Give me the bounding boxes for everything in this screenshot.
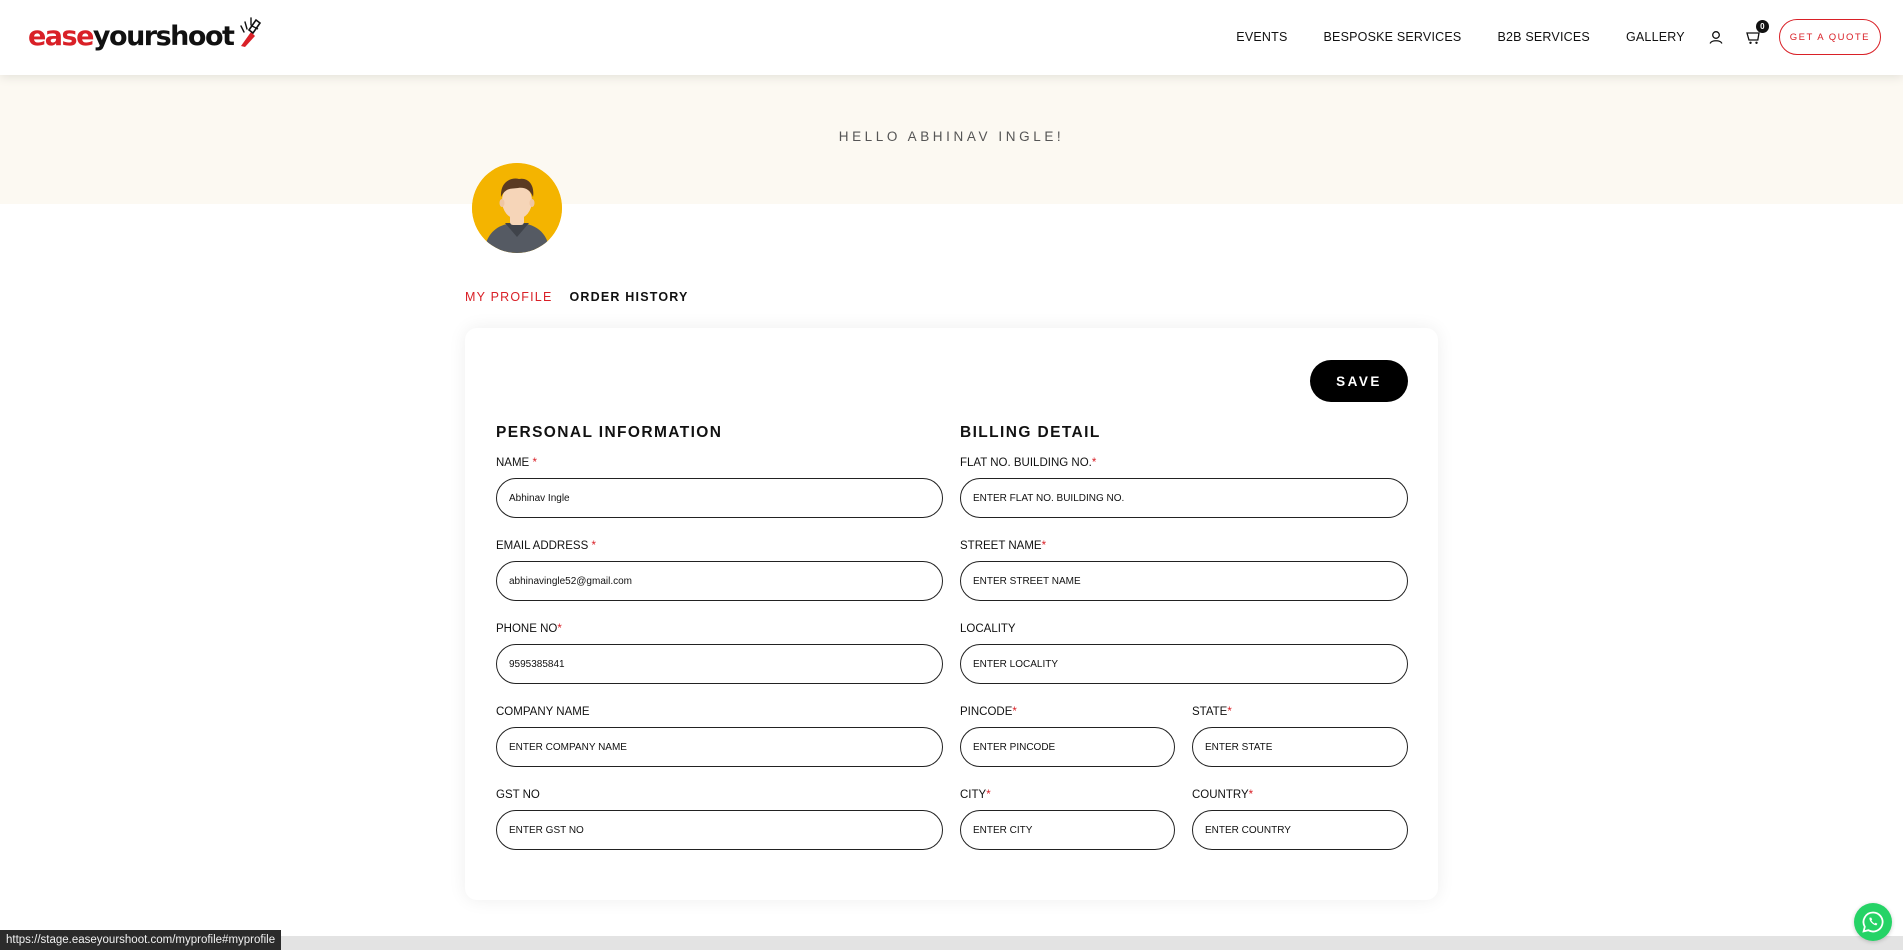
company-name-field[interactable]: [496, 727, 943, 767]
country-label: COUNTRY: [1192, 789, 1249, 801]
email-label: EMAIL ADDRESS: [496, 540, 589, 552]
state-field[interactable]: [1192, 727, 1408, 767]
flat-building-field[interactable]: [960, 478, 1408, 518]
email-field-group: EMAIL ADDRESS *: [496, 540, 943, 601]
required-asterisk: *: [986, 789, 991, 801]
pincode-field[interactable]: [960, 727, 1175, 767]
name-label: NAME: [496, 457, 530, 469]
nav-bespoke-services[interactable]: BESPOSKE SERVICES: [1324, 30, 1462, 44]
browser-status-bar: https://stage.easeyourshoot.com/myprofil…: [0, 930, 282, 950]
phone-label: PHONE NO: [496, 623, 558, 635]
nav-gallery[interactable]: GALLERY: [1626, 30, 1685, 44]
gst-label: GST NO: [496, 789, 540, 801]
required-asterisk: *: [1091, 457, 1097, 469]
locality-label: LOCALITY: [960, 623, 1016, 635]
save-button[interactable]: SAVE: [1310, 360, 1408, 402]
gst-field-group: GST NO: [496, 789, 943, 850]
email-field[interactable]: [496, 561, 943, 601]
required-asterisk: *: [1041, 540, 1047, 552]
street-field-group: STREET NAME*: [960, 540, 1408, 601]
pincode-label: PINCODE: [960, 706, 1013, 718]
required-asterisk: *: [1012, 706, 1017, 718]
personal-information-heading: PERSONAL INFORMATION: [496, 424, 723, 441]
greeting-heading: HELLO ABHINAV INGLE!: [838, 129, 1065, 144]
cart-icon[interactable]: 0: [1745, 20, 1769, 46]
site-logo[interactable]: easeyourshoot: [28, 17, 263, 54]
logo-text-rest: yourshoot: [92, 20, 235, 52]
site-header: easeyourshoot EVENTS BESPOSKE SERVICES B…: [0, 0, 1903, 75]
company-field-group: COMPANY NAME: [496, 706, 943, 767]
avatar: [472, 163, 562, 253]
nav-events[interactable]: EVENTS: [1236, 30, 1287, 44]
state-field-group: STATE*: [1192, 706, 1408, 767]
pincode-field-group: PINCODE*: [960, 706, 1175, 767]
locality-field[interactable]: [960, 644, 1408, 684]
phone-field-group: PHONE NO*: [496, 623, 943, 684]
company-label: COMPANY NAME: [496, 706, 590, 718]
tab-my-profile[interactable]: MY PROFILE: [465, 290, 552, 304]
clapperboard-hand-icon: [240, 17, 262, 47]
required-asterisk: *: [1227, 706, 1232, 718]
street-label: STREET NAME: [960, 540, 1042, 552]
billing-detail-heading: BILLING DETAIL: [960, 424, 1101, 441]
logo-text-ease: ease: [28, 20, 94, 52]
city-field[interactable]: [960, 810, 1175, 850]
state-label: STATE: [1192, 706, 1228, 718]
cart-count-badge: 0: [1755, 20, 1769, 33]
required-asterisk: *: [591, 540, 596, 552]
user-icon[interactable]: [1707, 28, 1725, 46]
name-field-group: NAME *: [496, 457, 943, 518]
profile-form-card: SAVE PERSONAL INFORMATION BILLING DETAIL…: [465, 328, 1438, 900]
country-field[interactable]: [1192, 810, 1408, 850]
flat-label: FLAT NO. BUILDING NO.: [960, 457, 1092, 469]
required-asterisk: *: [532, 457, 537, 469]
gst-field[interactable]: [496, 810, 943, 850]
get-a-quote-button[interactable]: GET A QUOTE: [1778, 19, 1881, 55]
name-field[interactable]: [496, 478, 943, 518]
required-asterisk: *: [1248, 789, 1254, 801]
flat-field-group: FLAT NO. BUILDING NO.*: [960, 457, 1408, 518]
profile-tabs: MY PROFILE ORDER HISTORY: [465, 290, 689, 304]
nav-b2b-services[interactable]: B2B SERVICES: [1497, 30, 1590, 44]
phone-field[interactable]: [496, 644, 943, 684]
city-field-group: CITY*: [960, 789, 1175, 850]
city-label: CITY: [960, 789, 987, 801]
footer-strip: [0, 936, 1903, 950]
tab-order-history[interactable]: ORDER HISTORY: [569, 290, 688, 304]
locality-field-group: LOCALITY: [960, 623, 1408, 684]
street-name-field[interactable]: [960, 561, 1408, 601]
country-field-group: COUNTRY*: [1192, 789, 1408, 850]
whatsapp-icon: [1862, 911, 1884, 933]
whatsapp-chat-button[interactable]: [1854, 903, 1892, 941]
main-nav: EVENTS BESPOSKE SERVICES B2B SERVICES GA…: [1236, 18, 1881, 56]
required-asterisk: *: [557, 623, 562, 635]
